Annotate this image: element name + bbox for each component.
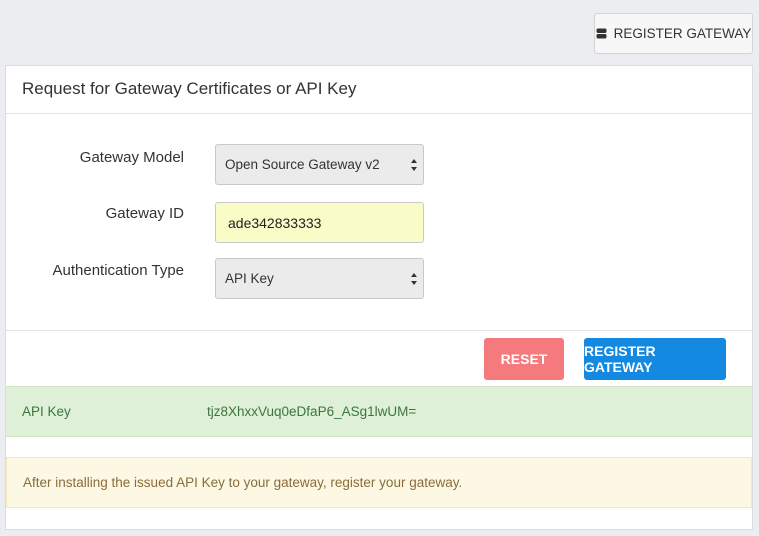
register-gateway-top-button[interactable]: REGISTER GATEWAY: [594, 13, 753, 54]
gateway-model-label: Gateway Model: [79, 149, 184, 166]
auth-type-label: Authentication Type: [52, 262, 184, 279]
auth-type-select[interactable]: API Key: [215, 258, 424, 299]
form-divider: [6, 330, 752, 331]
panel-title: Request for Gateway Certificates or API …: [6, 66, 752, 114]
api-key-result: API Key tjz8XhxxVuq0eDfaP6_ASg1lwUM=: [6, 386, 752, 437]
gateway-request-panel: Request for Gateway Certificates or API …: [5, 65, 753, 530]
install-notice: After installing the issued API Key to y…: [6, 457, 752, 508]
select-arrows-icon: [411, 159, 417, 171]
gateway-model-select[interactable]: Open Source Gateway v2: [215, 144, 424, 185]
gateway-id-value: ade342833333: [228, 215, 322, 231]
register-gateway-button[interactable]: REGISTER GATEWAY: [584, 338, 726, 380]
auth-type-value: API Key: [225, 271, 274, 286]
api-key-label: API Key: [22, 404, 71, 419]
reset-button[interactable]: RESET: [484, 338, 564, 380]
gateway-model-value: Open Source Gateway v2: [225, 157, 380, 172]
gateway-id-input[interactable]: ade342833333: [215, 202, 424, 243]
server-icon: [596, 28, 607, 39]
api-key-value: tjz8XhxxVuq0eDfaP6_ASg1lwUM=: [207, 404, 417, 419]
select-arrows-icon: [411, 273, 417, 285]
register-gateway-top-label: REGISTER GATEWAY: [613, 26, 752, 41]
gateway-id-label: Gateway ID: [105, 205, 184, 222]
